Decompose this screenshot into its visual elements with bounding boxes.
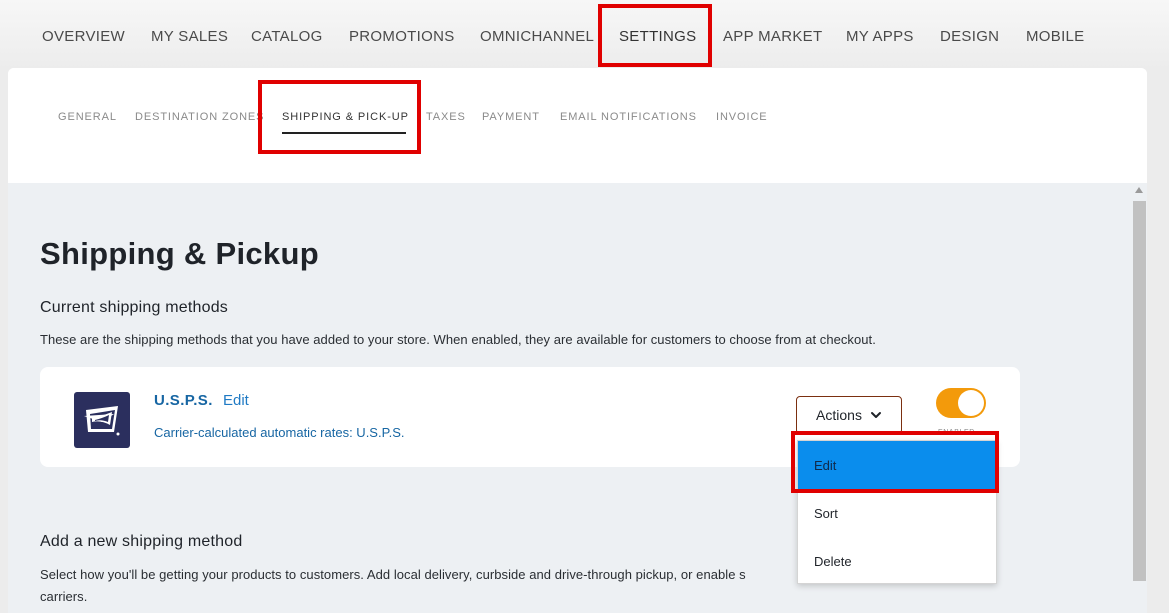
topnav-app-market[interactable]: APP MARKET xyxy=(723,28,822,45)
dropdown-item-sort[interactable]: Sort xyxy=(798,489,996,537)
method-enabled-toggle[interactable] xyxy=(936,388,986,418)
method-subtitle: Carrier-calculated automatic rates: U.S.… xyxy=(154,425,405,440)
scrollbar-thumb[interactable] xyxy=(1133,201,1146,581)
topnav-design[interactable]: DESIGN xyxy=(940,28,999,45)
current-methods-description: These are the shipping methods that you … xyxy=(40,332,876,347)
dropdown-item-edit[interactable]: Edit xyxy=(798,441,996,489)
topnav-promotions[interactable]: PROMOTIONS xyxy=(349,28,455,45)
actions-dropdown-button[interactable]: Actions xyxy=(796,396,902,434)
toggle-caption: ENABLED xyxy=(938,429,975,436)
add-method-description: Select how you'll be getting your produc… xyxy=(40,567,746,582)
subnav-payment[interactable]: PAYMENT xyxy=(482,111,540,123)
topnav-settings[interactable]: SETTINGS xyxy=(619,28,696,45)
subnav-email-notifications[interactable]: EMAIL NOTIFICATIONS xyxy=(560,111,697,123)
active-tab-underline xyxy=(282,132,406,134)
topnav-my-apps[interactable]: MY APPS xyxy=(846,28,914,45)
scroll-up-arrow-icon[interactable] xyxy=(1135,187,1143,193)
method-name-link[interactable]: U.S.P.S. xyxy=(154,392,213,409)
subnav-invoice[interactable]: INVOICE xyxy=(716,111,768,123)
dropdown-item-delete[interactable]: Delete xyxy=(798,537,996,585)
topnav-mobile[interactable]: MOBILE xyxy=(1026,28,1084,45)
subnav-shipping-pickup[interactable]: SHIPPING & PICK-UP xyxy=(282,111,409,123)
toggle-knob xyxy=(958,390,984,416)
topnav-my-sales[interactable]: MY SALES xyxy=(151,28,228,45)
add-method-description-line2: carriers. xyxy=(40,589,88,604)
subnav-destination-zones[interactable]: DESTINATION ZONES xyxy=(135,111,264,123)
actions-dropdown-menu: Edit Sort Delete xyxy=(797,440,997,584)
method-edit-link[interactable]: Edit xyxy=(223,392,249,409)
subnav-taxes[interactable]: TAXES xyxy=(426,111,466,123)
page-title: Shipping & Pickup xyxy=(40,236,319,271)
current-methods-title: Current shipping methods xyxy=(40,299,229,316)
topnav-omnichannel[interactable]: OMNICHANNEL xyxy=(480,28,594,45)
settings-page: OVERVIEW MY SALES CATALOG PROMOTIONS OMN… xyxy=(0,0,1169,613)
topnav-catalog[interactable]: CATALOG xyxy=(251,28,323,45)
settings-subnav: GENERAL DESTINATION ZONES SHIPPING & PIC… xyxy=(8,68,1147,183)
subnav-general[interactable]: GENERAL xyxy=(58,111,117,123)
top-navigation: OVERVIEW MY SALES CATALOG PROMOTIONS OMN… xyxy=(0,0,1169,70)
usps-logo-icon xyxy=(74,392,130,448)
topnav-overview[interactable]: OVERVIEW xyxy=(42,28,125,45)
actions-button-label: Actions xyxy=(816,407,862,423)
add-method-title: Add a new shipping method xyxy=(40,533,243,550)
chevron-down-icon xyxy=(870,412,881,418)
